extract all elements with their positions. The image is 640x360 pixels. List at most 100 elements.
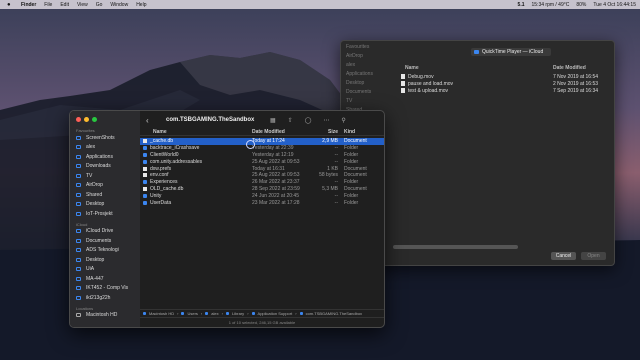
sidebar-item-ads-teknologi[interactable]: ADS Teknologi <box>76 246 140 256</box>
sidebar-item-label: iCloud Drive <box>86 228 114 235</box>
sidebar-item-iot-prosjekt[interactable]: IoT-Prosjekt <box>76 209 140 219</box>
minimize-icon[interactable] <box>84 117 89 122</box>
file-row[interactable]: Unity 24 Jun 2022 at 20:45 -- Folder <box>140 192 384 199</box>
sidebar-item-tv[interactable]: TV <box>76 171 140 181</box>
file-row[interactable]: dxw.prefs Today at 16:31 1 KB Document <box>140 165 384 172</box>
path-separator-icon: › <box>200 311 203 316</box>
file-name: env.conf <box>150 172 169 179</box>
file-row[interactable]: backtrace_iCrashsave Yesterday at 22:39 --… <box>140 145 384 152</box>
close-icon[interactable] <box>76 117 81 122</box>
sidebar-item-documents[interactable]: Documents <box>76 236 140 246</box>
folder-icon <box>143 159 147 164</box>
share-icon[interactable]: ⇧ <box>288 117 293 124</box>
sidebar-item-shared[interactable]: Shared <box>76 190 140 200</box>
zoom-icon[interactable] <box>92 117 97 122</box>
view-options-icon[interactable]: ▦ <box>270 117 276 124</box>
dialog-sidebar-item[interactable]: AirDrop <box>346 53 389 59</box>
dialog-scrollbar[interactable] <box>393 245 518 249</box>
status-item-3[interactable]: 80% <box>576 2 586 8</box>
file-size: 58 bytes <box>319 172 338 179</box>
column-size[interactable]: Size <box>312 129 338 135</box>
file-date: 28 Sep 2022 at 23:59 <box>252 185 300 192</box>
sidebar-item-airdrop[interactable]: AirDrop <box>76 181 140 191</box>
menu-view[interactable]: View <box>77 2 88 8</box>
cancel-button[interactable]: Cancel <box>551 252 576 260</box>
path-segment[interactable]: Macintosh HD <box>149 311 174 316</box>
sidebar-item-label: Applications <box>86 153 113 160</box>
status-item-2[interactable]: 15:34 rpm / 49°C <box>532 2 570 8</box>
menu-window[interactable]: Window <box>110 2 128 8</box>
column-kind[interactable]: Kind <box>344 129 355 135</box>
dialog-file-name: test & upload.mov <box>408 87 449 94</box>
dialog-column-header: Name Date Modified <box>393 65 608 73</box>
menu-go[interactable]: Go <box>96 2 103 8</box>
file-date: 25 Aug 2022 at 09:53 <box>252 158 300 165</box>
sidebar-item-label: Desktop <box>86 256 105 263</box>
dialog-file-row[interactable]: Debug.mov 7 Nov 2019 at 16:54 <box>393 73 608 80</box>
sidebar-item-macintosh-hd[interactable]: Macintosh HD <box>76 311 140 321</box>
sidebar-item-applications[interactable]: Applications <box>76 152 140 162</box>
folder-icon <box>143 312 146 315</box>
file-row[interactable]: env.conf 25 Aug 2022 at 09:53 58 bytes Docu… <box>140 172 384 179</box>
file-date: Today at 16:31 <box>252 165 285 172</box>
path-segment[interactable]: Users <box>187 311 197 316</box>
folder-icon <box>143 146 147 151</box>
sidebar-item-desktop-icloud[interactable]: Desktop <box>76 255 140 265</box>
sidebar-item-ma-447[interactable]: MA-447 <box>76 274 140 284</box>
dialog-col-name[interactable]: Name <box>405 65 553 73</box>
path-segment[interactable]: Application Support <box>258 311 293 316</box>
back-button[interactable]: ‹ <box>146 116 149 125</box>
file-list: _cache.db Today at 17:24 2,9 MB Document bac… <box>140 138 384 206</box>
dialog-col-date[interactable]: Date Modified <box>553 65 608 73</box>
path-segment[interactable]: Library <box>232 311 244 316</box>
file-row[interactable]: com.unity.addressables 25 Aug 2022 at 09:… <box>140 158 384 165</box>
sidebar-item-uia[interactable]: UiA <box>76 265 140 275</box>
sidebar-item-ikt213g22h[interactable]: ikt213g22h <box>76 293 140 303</box>
sidebar-item-desktop[interactable]: Desktop <box>76 200 140 210</box>
folder-icon <box>76 135 81 140</box>
file-size: -- <box>334 151 338 158</box>
sidebar-item-screenshots[interactable]: ScreenShots <box>76 133 140 143</box>
file-row[interactable]: ClientWorld0 Yesterday at 12:19 -- Folder <box>140 152 384 159</box>
file-row[interactable]: Experiences 26 Mar 2022 at 23:37 -- Folder <box>140 179 384 186</box>
menu-file[interactable]: File <box>44 2 52 8</box>
dialog-sidebar-item[interactable]: TV <box>346 98 389 104</box>
tag-icon[interactable]: ◯ <box>305 117 312 124</box>
open-button[interactable]: Open <box>581 252 606 260</box>
menu-app[interactable]: Finder <box>21 2 36 8</box>
dialog-sidebar-item[interactable]: alex <box>346 62 389 68</box>
file-row[interactable]: _cache.db Today at 17:24 2,9 MB Document <box>140 138 384 145</box>
folder-icon <box>251 312 255 315</box>
menu-edit[interactable]: Edit <box>60 2 69 8</box>
menubar-clock[interactable]: Tue 4 Oct 16:44:15 <box>593 2 636 8</box>
column-name[interactable]: Name <box>153 129 167 135</box>
sidebar-item-ikt452[interactable]: IKT452 - Comp Vis <box>76 284 140 294</box>
status-item-1[interactable]: 5.1 <box>518 2 525 8</box>
dialog-file-row[interactable]: pause and load.mov 2 Nov 2019 at 16:53 <box>393 80 608 87</box>
dialog-file-row[interactable]: test & upload.mov 7 Sep 2019 at 16:34 <box>393 87 608 94</box>
action-menu-icon[interactable]: ⋯ <box>323 117 329 124</box>
file-row[interactable]: OLD_cache.db 28 Sep 2022 at 23:59 5,3 MB Do… <box>140 186 384 193</box>
search-icon[interactable]: ⚲ <box>341 117 345 124</box>
sidebar-item-label: Documents <box>86 237 112 244</box>
dialog-sidebar-item[interactable]: Applications <box>346 71 389 77</box>
menu-help[interactable]: Help <box>136 2 146 8</box>
file-row[interactable]: UserData 23 Mar 2022 at 17:28 -- Folder <box>140 199 384 206</box>
folder-icon <box>76 295 81 300</box>
sidebar-item-alex[interactable]: alex <box>76 143 140 153</box>
path-segment[interactable]: com.TSBGAMING.TheSandbox <box>306 311 362 316</box>
dialog-sidebar-item[interactable]: Desktop <box>346 80 389 86</box>
desktop-icon <box>76 257 81 262</box>
dialog-sidebar-item[interactable]: Documents <box>346 89 389 95</box>
folder-icon <box>181 312 185 315</box>
path-segment[interactable]: alex <box>211 311 218 316</box>
dialog-location-popup[interactable]: QuickTime Player — iCloud <box>471 48 551 56</box>
apple-icon[interactable]: ● <box>7 2 13 8</box>
column-date-modified[interactable]: Date Modified <box>252 129 285 135</box>
sidebar-item-downloads[interactable]: Downloads <box>76 162 140 172</box>
file-size: -- <box>334 158 338 165</box>
file-name: backtrace_iCrashsave <box>150 145 200 152</box>
file-kind: Folder <box>344 199 359 206</box>
dialog-file-name: Debug.mov <box>408 73 434 80</box>
sidebar-item-icloud-drive[interactable]: iCloud Drive <box>76 227 140 237</box>
